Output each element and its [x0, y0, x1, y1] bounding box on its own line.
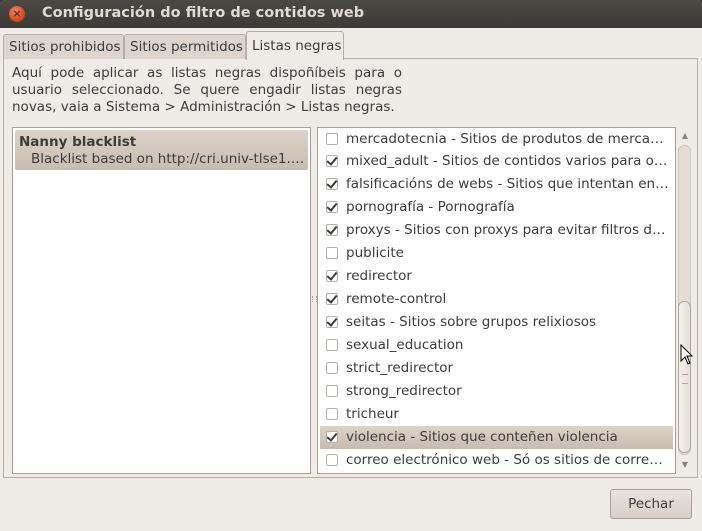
- mouse-pointer-icon: [680, 344, 694, 365]
- checkbox-icon[interactable]: [326, 293, 338, 305]
- category-row[interactable]: mixed_adult - Sitios de contidos varios …: [320, 150, 673, 173]
- checkbox-icon[interactable]: [326, 133, 338, 145]
- blacklist-item[interactable]: Nanny blacklist Blacklist based on http:…: [15, 130, 308, 170]
- checkbox-icon[interactable]: [326, 454, 338, 466]
- category-label: remote-control: [346, 291, 447, 307]
- close-button[interactable]: Pechar: [610, 489, 692, 519]
- checkbox-icon[interactable]: [326, 385, 338, 397]
- category-label: strong_redirector: [346, 383, 462, 399]
- category-row[interactable]: tricheur: [320, 403, 673, 426]
- category-label: mercadotecnia - Sitios de produtos de me…: [346, 131, 670, 147]
- category-row[interactable]: violencia - Sitios que conteñen violenci…: [320, 426, 673, 449]
- category-label: sexual_education: [346, 337, 464, 353]
- blacklist-description: Blacklist based on http://cri.univ-tlse1…: [31, 151, 305, 167]
- category-label: pornografía - Pornografía: [346, 199, 515, 215]
- checkbox-icon[interactable]: [326, 339, 338, 351]
- checkbox-icon[interactable]: [326, 201, 338, 213]
- close-icon: ×: [12, 7, 22, 20]
- category-label: violencia - Sitios que conteñen violenci…: [346, 429, 618, 445]
- checkbox-icon[interactable]: [326, 247, 338, 259]
- category-label: seitas - Sitios sobre grupos relixiosos: [346, 314, 597, 330]
- category-row[interactable]: pornografía - Pornografía: [320, 196, 673, 219]
- checkbox-icon[interactable]: [326, 155, 338, 167]
- category-row[interactable]: correo electrónico web - Só os sitios de…: [320, 449, 673, 472]
- checkbox-icon[interactable]: [326, 178, 338, 190]
- info-text: Aquí pode aplicar as listas negras dispo…: [12, 65, 402, 115]
- category-row[interactable]: proxys - Sitios con proxys para evitar f…: [320, 219, 673, 242]
- category-row[interactable]: remote-control: [320, 288, 673, 311]
- category-label: mixed_adult - Sitios de contidos varios …: [346, 153, 670, 169]
- checkbox-icon[interactable]: [326, 362, 338, 374]
- checkbox-icon[interactable]: [326, 431, 338, 443]
- category-row[interactable]: falsificacións de webs - Sitios que inte…: [320, 173, 673, 196]
- category-list[interactable]: mercadotecnia - Sitios de produtos de me…: [317, 127, 676, 474]
- scrollbar-thumb[interactable]: [678, 301, 691, 453]
- category-label: publicite: [346, 245, 404, 261]
- tab-sitios-permitidos[interactable]: Sitios permitidos: [124, 34, 246, 59]
- category-row[interactable]: redirector: [320, 265, 673, 288]
- checkbox-icon[interactable]: [326, 224, 338, 236]
- category-row[interactable]: seitas - Sitios sobre grupos relixiosos: [320, 311, 673, 334]
- category-label: strict_redirector: [346, 360, 454, 376]
- checkbox-icon[interactable]: [326, 408, 338, 420]
- category-row[interactable]: mercadotecnia - Sitios de produtos de me…: [320, 128, 673, 151]
- category-row[interactable]: strict_redirector: [320, 357, 673, 380]
- category-scrollbar[interactable]: ▲ ▼: [676, 127, 694, 474]
- category-row[interactable]: sexual_education: [320, 334, 673, 357]
- checkbox-icon[interactable]: [326, 270, 338, 282]
- window-title: Configuración do filtro de contidos web: [42, 5, 365, 21]
- tab-listas-negras[interactable]: Listas negras: [246, 31, 344, 60]
- category-label: tricheur: [346, 406, 399, 422]
- category-label: falsificacións de webs - Sitios que inte…: [346, 176, 670, 192]
- configuration-dialog: × Configuración do filtro de contidos we…: [0, 0, 702, 531]
- category-label: correo electrónico web - Só os sitios de…: [346, 452, 670, 468]
- checkbox-icon[interactable]: [326, 316, 338, 328]
- scroll-down-arrow-icon[interactable]: ▼: [679, 458, 691, 472]
- title-bar: × Configuración do filtro de contidos we…: [0, 0, 702, 28]
- scrollbar-grip: [682, 374, 688, 384]
- tab-sitios-prohibidos[interactable]: Sitios prohibidos: [3, 34, 124, 59]
- blacklist-name: Nanny blacklist: [19, 134, 137, 150]
- category-row[interactable]: strong_redirector: [320, 380, 673, 403]
- scroll-up-arrow-icon[interactable]: ▲: [679, 129, 691, 143]
- window-close-button[interactable]: ×: [9, 6, 25, 22]
- category-label: redirector: [346, 268, 412, 284]
- category-row[interactable]: publicite: [320, 242, 673, 265]
- category-label: proxys - Sitios con proxys para evitar f…: [346, 222, 670, 238]
- blacklist-list[interactable]: Nanny blacklist Blacklist based on http:…: [12, 127, 311, 474]
